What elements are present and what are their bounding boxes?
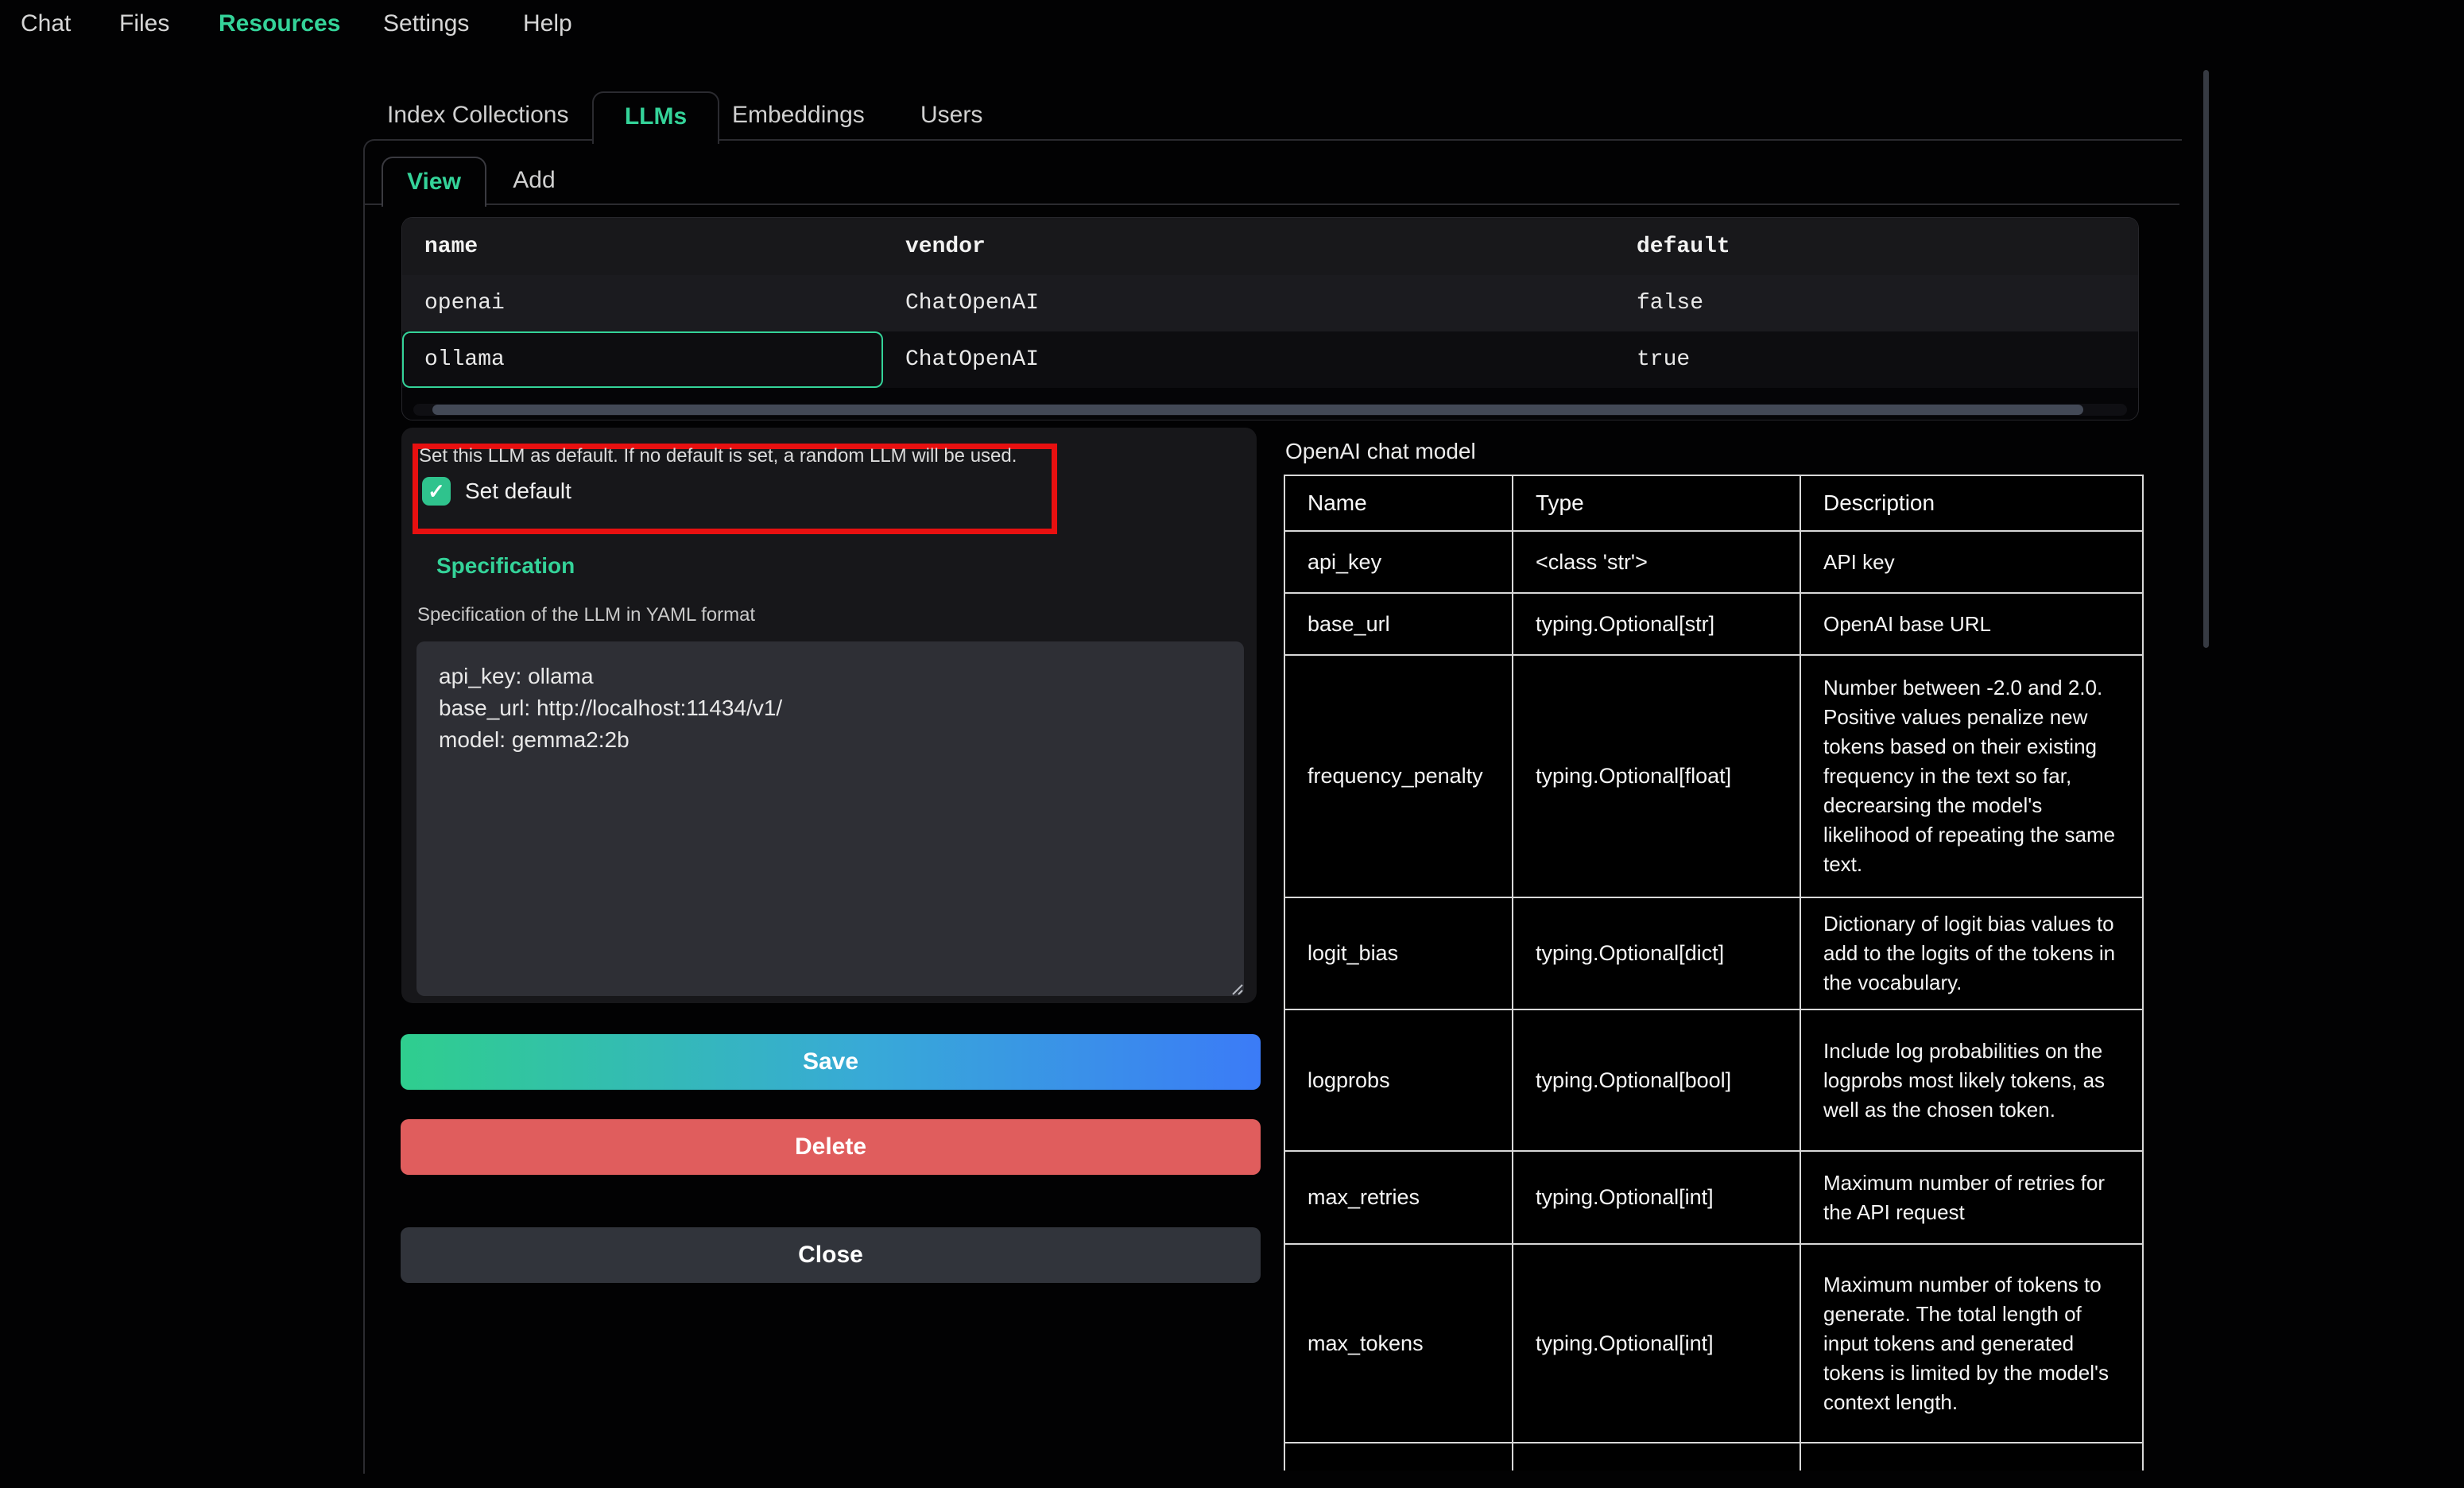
model-cell-type: typing.Optional[int] bbox=[1513, 1245, 1801, 1443]
llm-cell-default[interactable]: false bbox=[1614, 275, 2135, 331]
llm-table: name vendor default openaiChatOpenAIfals… bbox=[401, 217, 2139, 420]
model-cell-type: typing.Optional[bool] bbox=[1513, 1010, 1801, 1152]
llm-table-header: name vendor default bbox=[402, 218, 2138, 275]
model-param-table: Name Type Description api_key<class 'str… bbox=[1284, 475, 2144, 1471]
checkmark-icon: ✓ bbox=[428, 479, 445, 504]
nav-item-resources[interactable]: Resources bbox=[219, 0, 340, 48]
nav-item-help[interactable]: Help bbox=[523, 0, 572, 48]
model-cell-type: <class 'str'> bbox=[1513, 532, 1801, 594]
tab-embeddings[interactable]: Embeddings bbox=[732, 91, 865, 139]
tab-users[interactable]: Users bbox=[920, 91, 982, 139]
set-default-checkbox-row[interactable]: ✓ Set default bbox=[422, 477, 571, 506]
model-cell-name: logprobs bbox=[1285, 1010, 1513, 1152]
model-cell-name: base_url bbox=[1285, 594, 1513, 656]
app-screen: Chat Files Resources Settings Help Index… bbox=[0, 0, 2464, 1488]
tab-llms[interactable]: LLMs bbox=[592, 91, 719, 144]
specification-heading: Specification bbox=[436, 553, 575, 579]
llm-table-row[interactable]: ollamaChatOpenAItrue bbox=[402, 331, 2138, 388]
llm-cell-name[interactable]: ollama bbox=[402, 331, 883, 388]
model-cell-description: Number between -2.0 and 2.0. Positive va… bbox=[1801, 656, 2142, 898]
llm-col-vendor: vendor bbox=[883, 218, 1614, 275]
model-cell-description: Include log probabilities on the logprob… bbox=[1801, 1010, 2142, 1152]
subtab-view[interactable]: View bbox=[382, 157, 486, 207]
llm-cell-default[interactable]: true bbox=[1614, 331, 2135, 388]
resize-handle-icon[interactable] bbox=[1226, 978, 1244, 1000]
model-table-row: base_urltyping.Optional[str]OpenAI base … bbox=[1285, 594, 2142, 656]
model-table-header: Name Type Description bbox=[1285, 476, 2142, 532]
nav-item-settings[interactable]: Settings bbox=[383, 0, 469, 48]
model-table-row: max_tokenstyping.Optional[int]Maximum nu… bbox=[1285, 1245, 2142, 1443]
model-table-partial-row bbox=[1285, 1443, 2142, 1471]
top-nav: Chat Files Resources Settings Help bbox=[0, 0, 2464, 48]
llm-cell-name[interactable]: openai bbox=[402, 275, 883, 331]
model-cell-description: Maximum number of tokens to generate. Th… bbox=[1801, 1245, 2142, 1443]
set-default-checkbox[interactable]: ✓ bbox=[422, 477, 451, 506]
model-cell-type: typing.Optional[dict] bbox=[1513, 898, 1801, 1010]
model-col-description: Description bbox=[1801, 476, 2142, 532]
model-col-name: Name bbox=[1285, 476, 1513, 532]
model-cell-description: API key bbox=[1801, 532, 2142, 594]
model-cell-name: frequency_penalty bbox=[1285, 656, 1513, 898]
llm-table-hscrollbar-track[interactable] bbox=[413, 404, 2127, 416]
model-col-type: Type bbox=[1513, 476, 1801, 532]
delete-button[interactable]: Delete bbox=[401, 1119, 1261, 1175]
llm-cell-vendor[interactable]: ChatOpenAI bbox=[883, 331, 1614, 388]
model-cell-name: max_tokens bbox=[1285, 1245, 1513, 1443]
model-table-row: max_retriestyping.Optional[int]Maximum n… bbox=[1285, 1152, 2142, 1245]
model-cell-type: typing.Optional[str] bbox=[1513, 594, 1801, 656]
subtab-divider bbox=[365, 203, 2179, 205]
specification-caption: Specification of the LLM in YAML format bbox=[417, 604, 755, 626]
model-cell-name: max_retries bbox=[1285, 1152, 1513, 1245]
model-cell-type: typing.Optional[int] bbox=[1513, 1152, 1801, 1245]
llm-table-row[interactable]: openaiChatOpenAIfalse bbox=[402, 275, 2138, 331]
llm-detail-card: Set this LLM as default. If no default i… bbox=[401, 428, 1257, 1003]
set-default-label: Set default bbox=[465, 479, 571, 504]
model-cell-name: logit_bias bbox=[1285, 898, 1513, 1010]
subtab-add[interactable]: Add bbox=[483, 157, 585, 203]
model-cell-type: typing.Optional[float] bbox=[1513, 656, 1801, 898]
model-cell-name: api_key bbox=[1285, 532, 1513, 594]
llm-table-hscrollbar-thumb[interactable] bbox=[432, 405, 2083, 415]
llm-col-name: name bbox=[402, 218, 883, 275]
model-cell-description: OpenAI base URL bbox=[1801, 594, 2142, 656]
close-button[interactable]: Close bbox=[401, 1227, 1261, 1283]
model-table-row: frequency_penaltytyping.Optional[float]N… bbox=[1285, 656, 2142, 898]
model-table-row: api_key<class 'str'>API key bbox=[1285, 532, 2142, 594]
llm-col-default: default bbox=[1614, 218, 2135, 275]
nav-item-chat[interactable]: Chat bbox=[21, 0, 71, 48]
model-panel-title: OpenAI chat model bbox=[1285, 439, 1476, 464]
tab-index-collections[interactable]: Index Collections bbox=[387, 91, 568, 139]
yaml-spec-textarea[interactable]: api_key: ollama base_url: http://localho… bbox=[416, 641, 1244, 996]
page-vscrollbar-thumb[interactable] bbox=[2203, 70, 2209, 648]
llm-cell-vendor[interactable]: ChatOpenAI bbox=[883, 275, 1614, 331]
model-table-row: logit_biastyping.Optional[dict]Dictionar… bbox=[1285, 898, 2142, 1010]
model-cell-description: Maximum number of retries for the API re… bbox=[1801, 1152, 2142, 1245]
save-button[interactable]: Save bbox=[401, 1034, 1261, 1090]
nav-item-files[interactable]: Files bbox=[119, 0, 169, 48]
model-table-row: logprobstyping.Optional[bool]Include log… bbox=[1285, 1010, 2142, 1152]
model-cell-description: Dictionary of logit bias values to add t… bbox=[1801, 898, 2142, 1010]
set-default-note: Set this LLM as default. If no default i… bbox=[419, 445, 1031, 467]
